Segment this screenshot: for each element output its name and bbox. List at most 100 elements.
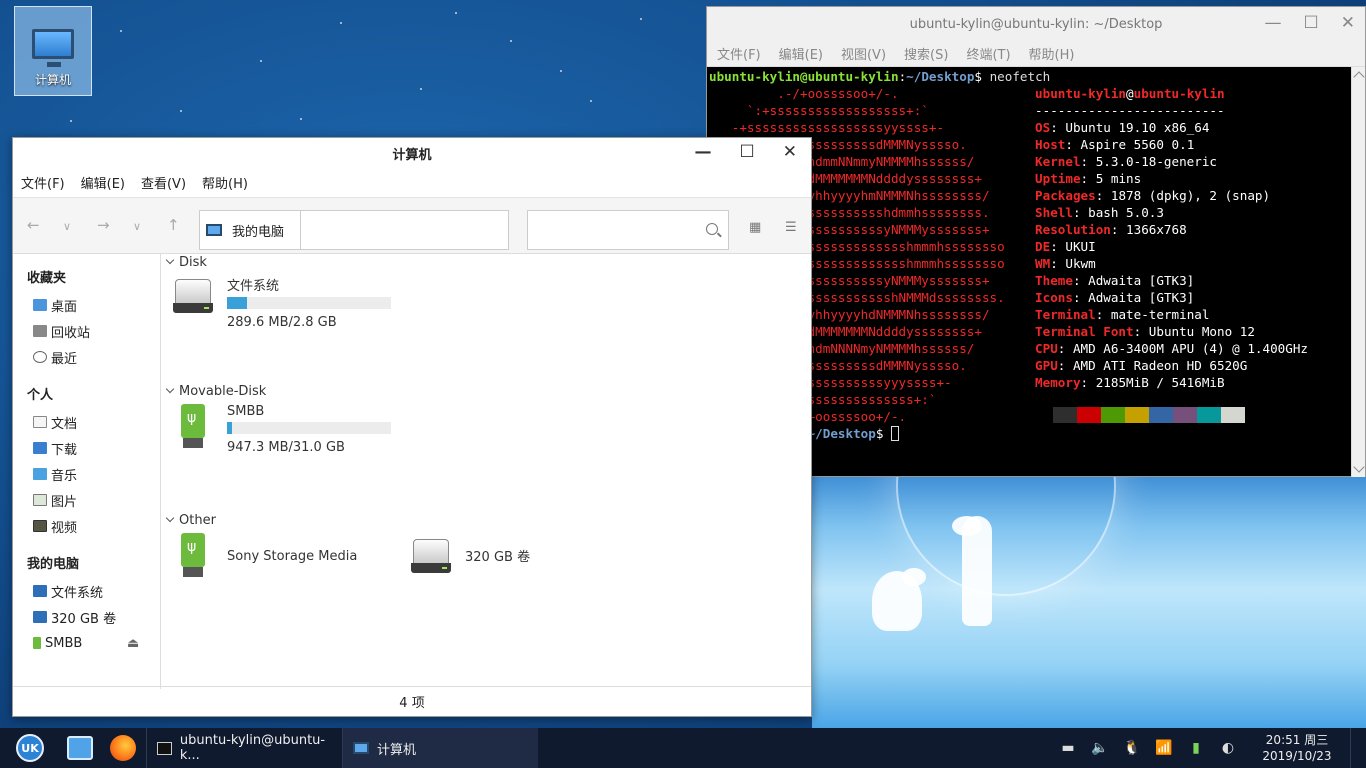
info-user: ubuntu-kylin — [1035, 86, 1127, 101]
up-arrow-icon[interactable]: ↑ — [167, 216, 180, 234]
palette-swatch — [1101, 407, 1125, 423]
info-value: : 5.3.0-18-generic — [1080, 154, 1218, 169]
menu-edit[interactable]: 编辑(E) — [81, 173, 125, 192]
sidebar-item-documents[interactable]: 文档 — [13, 409, 160, 435]
qq-penguin-icon[interactable]: 🐧 — [1116, 740, 1148, 756]
close-icon[interactable]: ✕ — [1341, 13, 1355, 33]
menu-view[interactable]: 视图(V) — [841, 44, 886, 63]
breadcrumb-my-computer[interactable]: 我的电脑 — [200, 211, 302, 249]
sidebar-item-videos[interactable]: 视频 — [13, 513, 160, 539]
usb-icon — [33, 637, 41, 649]
menu-search[interactable]: 搜索(S) — [904, 44, 948, 63]
show-desktop-button[interactable] — [1350, 728, 1366, 768]
sidebar-item-pictures[interactable]: 图片 — [13, 487, 160, 513]
list-view-icon[interactable]: ☰ — [785, 220, 797, 235]
menu-edit[interactable]: 编辑(E) — [779, 44, 823, 63]
desktop-icon-computer[interactable]: 计算机 — [14, 6, 92, 96]
info-key: Shell — [1035, 205, 1073, 220]
info-value: : 1878 (dpkg), 2 (snap) — [1095, 188, 1271, 203]
group-header-disk[interactable]: Disk — [167, 255, 207, 270]
clock-icon — [33, 351, 47, 363]
minimize-icon[interactable]: — — [695, 142, 712, 162]
info-key: Resolution — [1035, 222, 1111, 237]
info-value: : Aspire 5560 0.1 — [1065, 137, 1195, 152]
device-320gb[interactable]: 320 GB 卷 — [409, 535, 530, 575]
drive-icon — [33, 585, 47, 597]
fm-sidebar: 收藏夹 桌面 回收站 最近 个人 文档 下载 音乐 图片 视频 我的电脑 文件系… — [13, 253, 161, 689]
neofetch-line: `:+ssssssssssssssssss+:` ---------------… — [709, 102, 1365, 119]
battery-icon[interactable]: ▮ — [1180, 740, 1212, 756]
ukui-logo-icon: UK — [16, 734, 44, 762]
search-input[interactable] — [527, 210, 729, 250]
document-icon — [33, 416, 47, 428]
eject-icon[interactable]: ⏏ — [127, 636, 139, 651]
music-icon — [33, 468, 47, 480]
weather-icon[interactable]: ◐ — [1212, 740, 1244, 756]
sidebar-item-smbb[interactable]: SMBB ⏏ — [13, 630, 160, 656]
back-history-chevron-icon[interactable]: ∨ — [63, 220, 71, 233]
info-value: : 2185MiB / 5416MiB — [1080, 375, 1225, 390]
wifi-icon[interactable]: 📶 — [1148, 740, 1180, 756]
palette-swatch — [1125, 407, 1149, 423]
address-bar[interactable]: 我的电脑 — [199, 210, 509, 250]
task-computer[interactable]: 计算机 — [342, 728, 538, 768]
back-arrow-icon[interactable]: ← — [27, 216, 40, 234]
terminal-titlebar[interactable]: ubuntu-kylin@ubuntu-kylin: ~/Desktop — ☐… — [707, 7, 1365, 41]
menu-view[interactable]: 查看(V) — [141, 173, 186, 192]
menu-help[interactable]: 帮助(H) — [202, 173, 248, 192]
clock[interactable]: 20:51 周三 2019/10/23 — [1244, 732, 1350, 764]
maximize-icon[interactable]: ☐ — [1304, 13, 1319, 33]
forward-history-chevron-icon[interactable]: ∨ — [133, 220, 141, 233]
desktop-icon — [33, 299, 47, 311]
start-menu-button[interactable]: UK — [0, 728, 60, 768]
terminal-title: ubuntu-kylin@ubuntu-kylin: ~/Desktop — [909, 16, 1163, 32]
maximize-icon[interactable]: ☐ — [740, 142, 755, 162]
desktop-wallpaper-ice — [812, 476, 1366, 728]
sidebar-item-music[interactable]: 音乐 — [13, 461, 160, 487]
launcher-firefox[interactable] — [100, 728, 146, 768]
close-icon[interactable]: ✕ — [783, 142, 797, 162]
menu-terminal[interactable]: 终端(T) — [966, 44, 1010, 63]
terminal-scrollbar[interactable] — [1351, 67, 1365, 477]
volume-icon[interactable]: 🔈 — [1084, 740, 1116, 756]
device-smbb[interactable]: SMBB 947.3 MB/31.0 GB — [171, 404, 391, 455]
menu-help[interactable]: 帮助(H) — [1029, 44, 1075, 63]
task-label: ubuntu-kylin@ubuntu-k... — [179, 733, 326, 763]
sidebar-item-downloads[interactable]: 下载 — [13, 435, 160, 461]
info-value: : 5 mins — [1080, 171, 1142, 186]
forward-arrow-icon[interactable]: → — [97, 216, 110, 234]
device-sony-storage[interactable]: Sony Storage Media — [171, 533, 357, 579]
device-name: 文件系统 — [227, 279, 280, 294]
fm-titlebar[interactable]: 计算机 — ☐ ✕ — [13, 138, 811, 168]
fm-menubar: 文件(F) 编辑(E) 查看(V) 帮助(H) — [13, 168, 811, 198]
info-value: : AMD ATI Radeon HD 6520G — [1057, 358, 1248, 373]
prompt-path: ~/Desktop — [906, 69, 975, 84]
menu-file[interactable]: 文件(F) — [717, 44, 761, 63]
info-host: ubuntu-kylin — [1133, 86, 1225, 101]
palette-swatch — [1077, 407, 1101, 423]
trash-icon — [33, 325, 47, 337]
search-icon[interactable] — [706, 223, 718, 235]
device-usage: 289.6 MB/2.8 GB — [227, 315, 337, 330]
launcher-file-manager[interactable] — [60, 728, 100, 768]
sidebar-item-desktop[interactable]: 桌面 — [13, 292, 160, 318]
group-header-other[interactable]: Other — [167, 513, 216, 528]
icon-view-icon[interactable]: ▦ — [749, 220, 761, 235]
hard-drive-icon — [171, 275, 215, 315]
task-terminal[interactable]: ubuntu-kylin@ubuntu-k... — [146, 728, 342, 768]
taskbar: UK ubuntu-kylin@ubuntu-k... 计算机 ▬ 🔈 🐧 📶 … — [0, 728, 1366, 768]
info-value: : bash 5.0.3 — [1072, 205, 1164, 220]
sidebar-item-trash[interactable]: 回收站 — [13, 318, 160, 344]
usage-bar — [227, 422, 391, 434]
palette-swatch — [1221, 407, 1245, 423]
sidebar-item-recent[interactable]: 最近 — [13, 344, 160, 370]
device-filesystem[interactable]: 文件系统 289.6 MB/2.8 GB — [171, 275, 391, 330]
menu-file[interactable]: 文件(F) — [21, 173, 65, 192]
sidebar-item-filesystem[interactable]: 文件系统 — [13, 578, 160, 604]
file-manager-window[interactable]: 计算机 — ☐ ✕ 文件(F) 编辑(E) 查看(V) 帮助(H) ← ∨ → … — [12, 137, 812, 717]
sidebar-item-320gb[interactable]: 320 GB 卷 — [13, 604, 160, 630]
group-header-movable[interactable]: Movable-Disk — [167, 384, 266, 399]
notification-icon[interactable]: ▬ — [1052, 740, 1084, 756]
minimize-icon[interactable]: — — [1265, 13, 1282, 33]
prompt-user: ubuntu-kylin@ubuntu-kylin — [709, 69, 899, 84]
